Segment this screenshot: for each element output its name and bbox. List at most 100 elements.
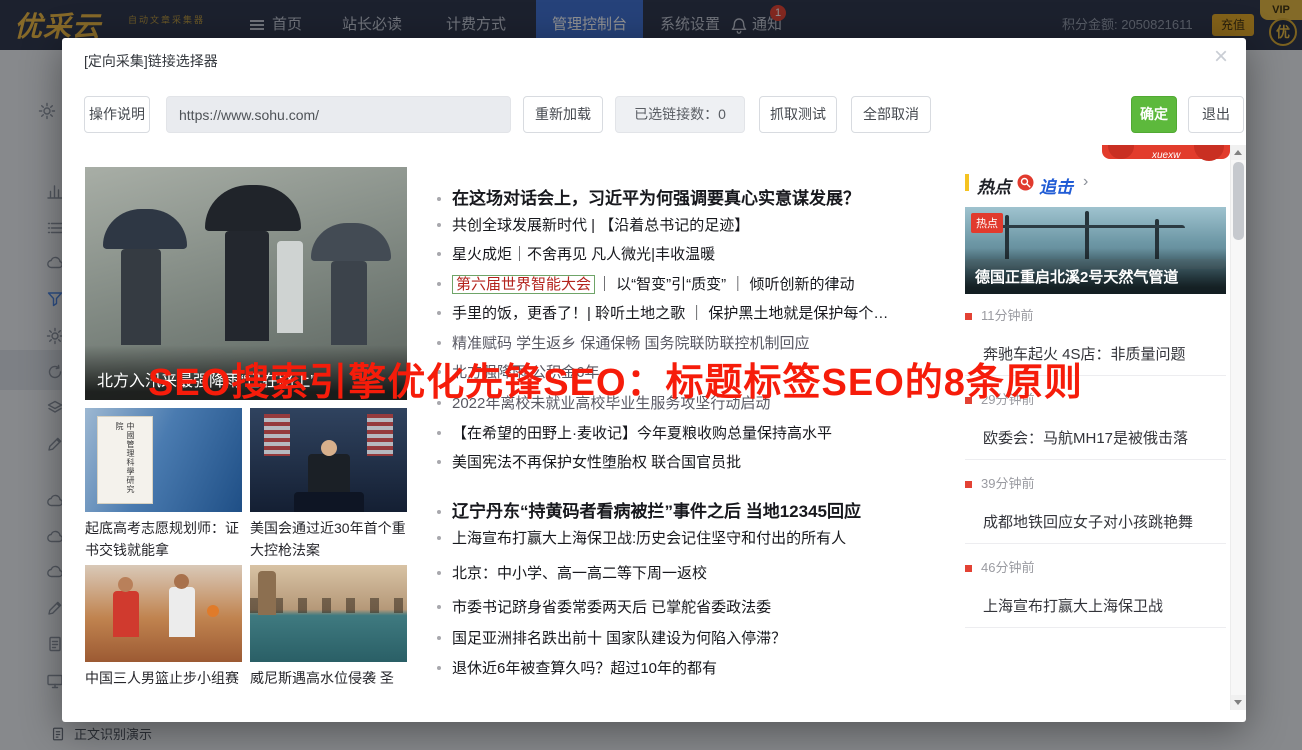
hot-item-time: 11分钟前: [965, 305, 1034, 324]
bullet-icon: [437, 571, 441, 575]
red-square-icon: [965, 481, 972, 488]
news-headline[interactable]: 美国宪法不再保护女性堕胎权 联合国官员批: [437, 451, 741, 472]
news-headline[interactable]: 【在希望的田野上·麦收记】今年夏粮收购总量保持高水平: [437, 422, 832, 443]
news-headline[interactable]: 星火成炬｜不舍再见 凡人微光|丰收温暖: [437, 243, 715, 264]
umbrella-shape: [103, 209, 187, 249]
tower-shape: [258, 571, 276, 615]
hot-item-title[interactable]: 成都地铁回应女子对小孩跳艳舞: [983, 511, 1193, 532]
podium-shape: [294, 492, 364, 512]
cancel-all-button[interactable]: 全部取消: [851, 96, 931, 133]
magnifier-icon: [1017, 174, 1034, 196]
promo-banner-fragment[interactable]: xuexw: [1102, 145, 1230, 165]
headline-text: 辽宁丹东“持黄码者看病被拦”事件之后 当地12345回应: [452, 502, 861, 521]
screen: 优采云 自动文章采集器 首页 站长必读 计费方式 管理控制台 系统设置 通知 1…: [0, 0, 1302, 750]
news-photo-card[interactable]: 中國管理科學研究院: [85, 408, 242, 512]
news-headline[interactable]: 国足亚洲排名跌出前十 国家队建设为何陷入停滞？: [437, 627, 786, 648]
hot-news-photo[interactable]: 热点 德国正重启北溪2号天然气管道: [965, 207, 1226, 294]
seo-watermark-text: SEO搜索引擎优化先锋SEO：标题标签SEO的8条原则: [148, 351, 1083, 406]
red-square-icon: [965, 313, 972, 320]
headline-text: ｜ 以“智变”引“质变” ｜ 倾听创新的律动: [597, 276, 855, 293]
bullet-icon: [437, 431, 441, 435]
umbrella-shape: [311, 223, 391, 261]
plaque-text: 中國管理科學研究院: [114, 422, 136, 498]
highlighted-link[interactable]: 第六届世界智能大会: [452, 275, 595, 294]
hot-item-time: 46分钟前: [965, 557, 1034, 576]
person-silhouette: [121, 249, 161, 345]
photo-card-caption[interactable]: 中国三人男篮止步小组赛: [85, 667, 243, 689]
news-headline[interactable]: 上海宣布打赢大上海保卫战:历史会记住坚守和付出的所有人: [437, 527, 846, 548]
photo-card-caption[interactable]: 起底高考志愿规划师：证书交钱就能拿: [85, 517, 243, 561]
crane-shape: [985, 225, 1185, 228]
exit-button[interactable]: 退出: [1188, 96, 1244, 133]
bullet-icon: [437, 460, 441, 464]
hot-photo-caption: 德国正重启北溪2号天然气管道: [965, 248, 1226, 294]
banner-text: xuexw: [1152, 150, 1180, 161]
divider: [965, 543, 1226, 544]
news-headline[interactable]: 在这场对话会上，习近平为何强调要真心实意谋发展？: [437, 184, 860, 209]
news-headline[interactable]: 共创全球发展新时代 | 【沿着总书记的足迹】: [437, 214, 749, 235]
bullet-icon: [437, 510, 441, 514]
headline-text: 退休近6年被查算久吗？超过10年的都有: [452, 660, 717, 677]
flag-shape: [367, 414, 393, 456]
photo-card-caption[interactable]: 威尼斯遇高水位侵袭 圣: [250, 667, 408, 689]
news-headline[interactable]: 辽宁丹东“持黄码者看病被拦”事件之后 当地12345回应: [437, 497, 861, 522]
bullet-icon: [437, 636, 441, 640]
selected-links-count: 已选链接数：0: [615, 96, 745, 133]
bullet-icon: [437, 666, 441, 670]
headline-text: 市委书记跻身省委常委两天后 已掌舵省委政法委: [452, 599, 771, 616]
bullet-icon: [437, 223, 441, 227]
news-photo-card[interactable]: [250, 565, 407, 662]
headline-text: 共创全球发展新时代 | 【沿着总书记的足迹】: [452, 217, 749, 234]
bullet-icon: [437, 536, 441, 540]
hot-item-title[interactable]: 上海宣布打赢大上海保卫战: [983, 595, 1163, 616]
bullet-icon: [437, 341, 441, 345]
divider: [965, 627, 1226, 628]
player-silhouette: [113, 591, 139, 637]
headline-text: 在这场对话会上，习近平为何强调要真心实意谋发展？: [452, 189, 860, 208]
embedded-webpage: xuexw 北方入汛来最强降雨“已在路上” 中國管理科學研究院: [62, 145, 1230, 710]
pursuit-title: 追击: [1039, 173, 1073, 198]
close-icon[interactable]: ×: [1208, 43, 1234, 71]
person-silhouette: [225, 231, 269, 341]
umbrella-shape: [205, 185, 301, 231]
bullet-icon: [437, 605, 441, 609]
headline-text: 星火成炬｜不舍再见 凡人微光|丰收温暖: [452, 246, 715, 263]
help-button[interactable]: 操作说明: [84, 96, 150, 133]
hot-pursuit-header[interactable]: 热点 追击 ›: [965, 173, 1145, 193]
scroll-down-icon[interactable]: [1231, 695, 1246, 710]
headline-text: 上海宣布打赢大上海保卫战:历史会记住坚守和付出的所有人: [452, 530, 846, 547]
news-headline[interactable]: 手里的饭，更香了！| 聆听土地之歌 ｜ 保护黑土地就是保护每个…: [437, 302, 888, 323]
scrollbar-thumb[interactable]: [1233, 162, 1244, 240]
url-input[interactable]: [166, 96, 511, 133]
chevron-right-icon[interactable]: ›: [1083, 173, 1088, 191]
news-headline[interactable]: 精准赋码 学生返乡 保通保畅 国务院联防联控机制回应: [437, 332, 810, 353]
person-silhouette: [277, 241, 303, 333]
hot-title: 热点: [977, 173, 1011, 198]
news-headline[interactable]: 退休近6年被查算久吗？超过10年的都有: [437, 657, 717, 678]
headline-text: 北京：中小学、高一高二等下周一返校: [452, 565, 707, 582]
grab-test-button[interactable]: 抓取测试: [759, 96, 837, 133]
person-silhouette: [321, 440, 337, 456]
headline-text: 精准赋码 学生返乡 保通保畅 国务院联防联控机制回应: [452, 335, 810, 352]
news-headline[interactable]: 第六届世界智能大会｜ 以“智变”引“质变” ｜ 倾听创新的律动: [437, 273, 855, 294]
dialog-title: [定向采集]链接选择器: [84, 51, 218, 71]
bullet-icon: [437, 282, 441, 286]
bullet-icon: [437, 197, 441, 201]
news-photo-card[interactable]: [250, 408, 407, 512]
confirm-button[interactable]: 确定: [1131, 96, 1177, 133]
news-headline[interactable]: 北京：中小学、高一高二等下周一返校: [437, 562, 707, 583]
photo-card-caption[interactable]: 美国会通过近30年首个重大控枪法案: [250, 517, 408, 561]
headline-text: 美国宪法不再保护女性堕胎权 联合国官员批: [452, 454, 741, 471]
news-headline[interactable]: 市委书记跻身省委常委两天后 已掌舵省委政法委: [437, 596, 771, 617]
player-silhouette: [169, 587, 195, 637]
basketball-shape: [207, 605, 219, 617]
person-silhouette: [308, 454, 350, 494]
news-photo-card[interactable]: [85, 565, 242, 662]
scroll-up-icon[interactable]: [1231, 145, 1246, 160]
hot-item-time: 39分钟前: [965, 473, 1034, 492]
yellow-bar-icon: [965, 174, 969, 191]
reload-button[interactable]: 重新加载: [523, 96, 603, 133]
institute-plaque: 中國管理科學研究院: [97, 416, 153, 504]
hot-item-title[interactable]: 欧委会：马航MH17是被俄击落: [983, 427, 1188, 448]
vertical-scrollbar[interactable]: [1230, 145, 1246, 710]
